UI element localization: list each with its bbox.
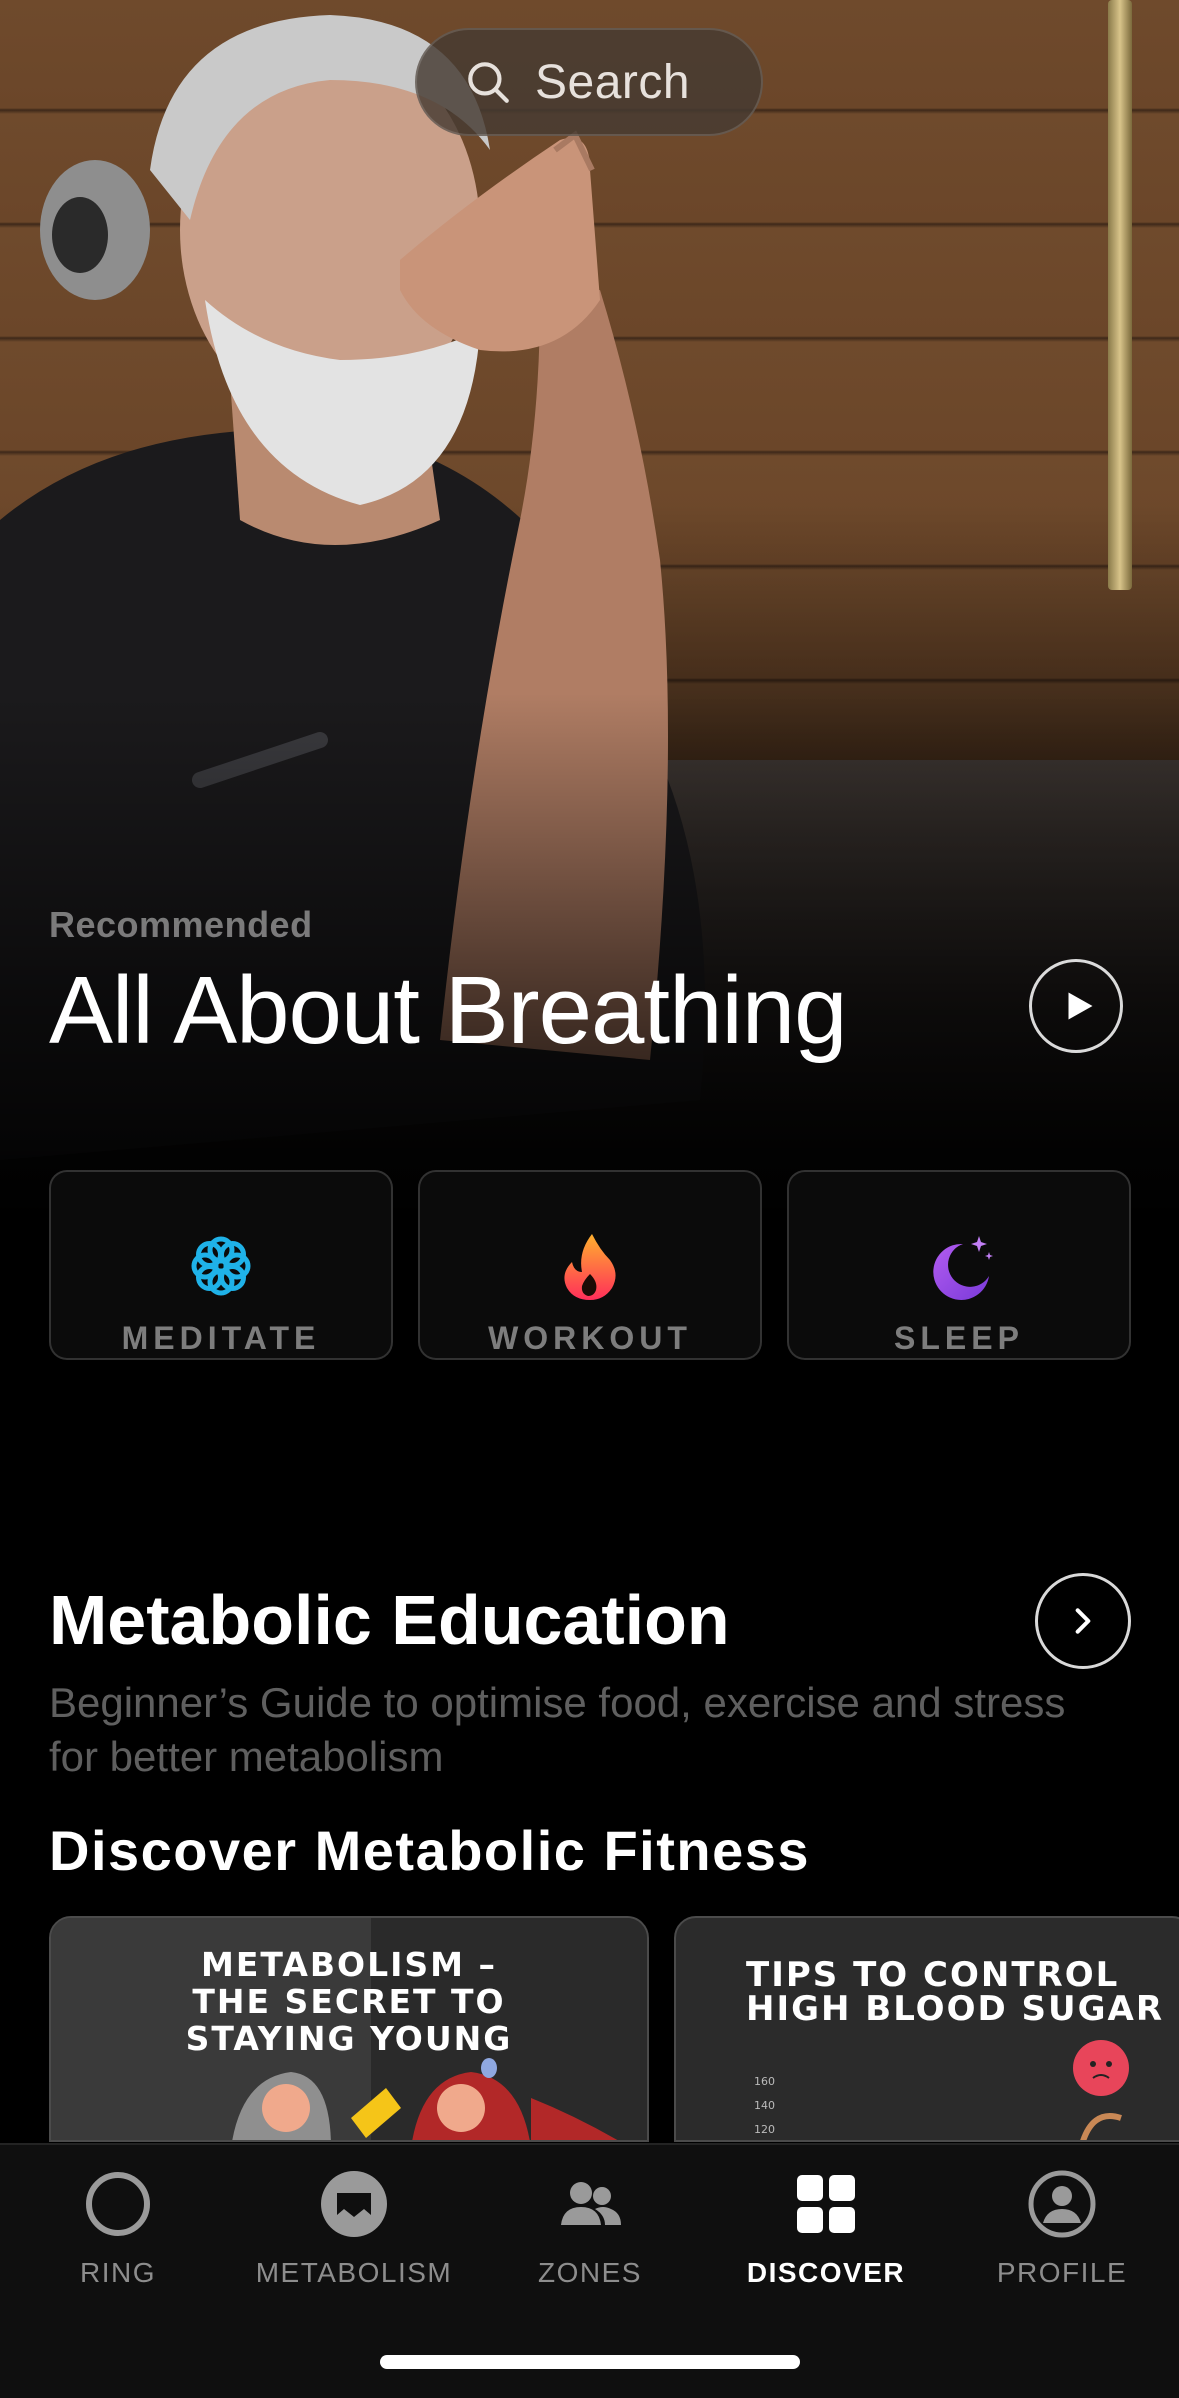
card-illustration-character: [1073, 2040, 1129, 2140]
grid-icon: [797, 2175, 855, 2233]
metabolism-icon: [321, 2171, 387, 2237]
recommended-title[interactable]: All About Breathing: [49, 956, 848, 1066]
meditate-flower-icon: [185, 1230, 257, 1302]
hero-banner[interactable]: [0, 0, 1179, 1260]
zones-people-icon: [561, 2182, 621, 2225]
card-chart-labels: 160 140 120: [754, 2070, 775, 2140]
category-label: WORKOUT: [488, 1320, 692, 1356]
tab-label: METABOLISM: [255, 2257, 453, 2288]
category-meditate[interactable]: MEDITATE: [49, 1170, 393, 1360]
card-title: TIPS TO CONTROL HIGH BLOOD SUGAR: [746, 1955, 1165, 2029]
home-indicator[interactable]: [380, 2355, 800, 2369]
section-title-metabolic-education: Metabolic Education: [49, 1581, 730, 1659]
chart-label: 140: [754, 2099, 775, 2112]
search-button[interactable]: Search: [415, 28, 763, 136]
search-icon: [468, 62, 509, 103]
category-label: MEDITATE: [121, 1320, 321, 1356]
tab-zones[interactable]: ZONES: [472, 2169, 708, 2319]
moon-stars-icon: [923, 1230, 995, 1302]
tab-label: RING: [80, 2257, 156, 2288]
section-description: Beginner’s Guide to optimise food, exerc…: [49, 1679, 1066, 1780]
play-icon: [1068, 992, 1093, 1020]
category-label: SLEEP: [894, 1320, 1024, 1356]
ring-icon: [86, 2172, 150, 2236]
chevron-right-icon: [1075, 1608, 1091, 1634]
chart-label: 120: [754, 2123, 775, 2136]
section-title-discover: Discover Metabolic Fitness: [49, 1819, 811, 1882]
tab-profile[interactable]: PROFILE: [944, 2169, 1179, 2319]
article-card-metabolism[interactable]: METABOLISM – THE SECRET TO STAYING YOUNG: [49, 1916, 649, 2142]
card-illustration-women: [232, 2058, 618, 2140]
card-title: METABOLISM – THE SECRET TO STAYING YOUNG: [185, 1945, 513, 2058]
chart-label: 160: [754, 2075, 775, 2088]
profile-icon: [1028, 2170, 1096, 2238]
tab-label: ZONES: [538, 2257, 642, 2288]
tab-label: PROFILE: [996, 2257, 1128, 2288]
tab-metabolism[interactable]: METABOLISM: [236, 2169, 472, 2319]
hero-gradient-overlay: [0, 0, 1179, 1260]
article-card-blood-sugar[interactable]: TIPS TO CONTROL HIGH BLOOD SUGAR 160 140…: [674, 1916, 1179, 2142]
metabolic-education-arrow-button[interactable]: [1035, 1573, 1131, 1669]
search-label: Search: [535, 55, 691, 109]
play-button[interactable]: [1029, 959, 1123, 1053]
recommended-kicker: Recommended: [49, 904, 313, 945]
category-workout[interactable]: WORKOUT: [418, 1170, 762, 1360]
category-sleep[interactable]: SLEEP: [787, 1170, 1131, 1360]
tab-label: DISCOVER: [746, 2257, 906, 2288]
tab-discover[interactable]: DISCOVER: [708, 2169, 944, 2319]
flame-icon: [554, 1230, 626, 1302]
tab-ring[interactable]: RING: [0, 2169, 236, 2319]
